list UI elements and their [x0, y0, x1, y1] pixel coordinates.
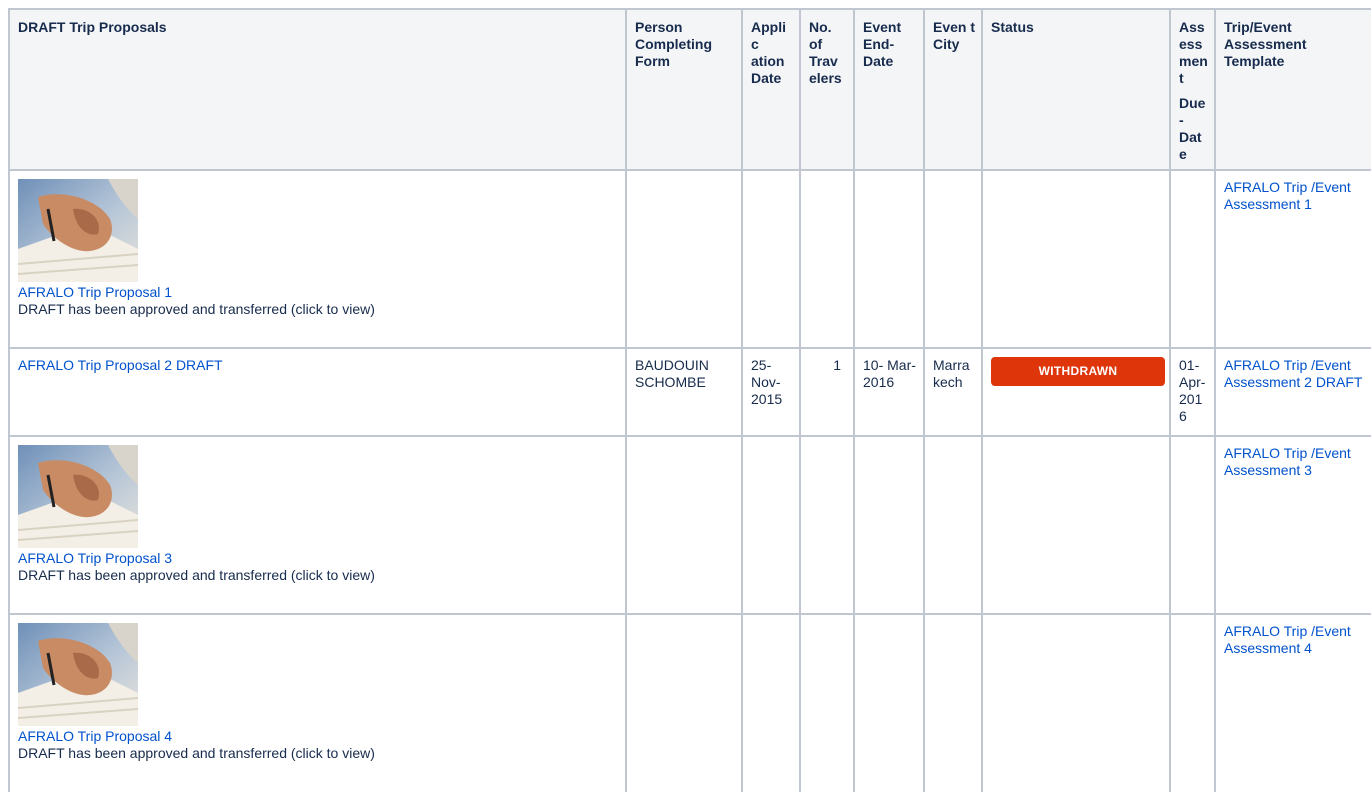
header-assessment-label: Ass ess ment [1179, 19, 1208, 86]
event-city-cell: Marra kech [923, 347, 983, 437]
application-date-cell [741, 435, 801, 615]
template-cell: AFRALO Trip /Event Assessment 3 [1214, 435, 1371, 615]
header-proposals: DRAFT Trip Proposals [8, 8, 627, 171]
status-cell [981, 435, 1171, 615]
header-travelers: No. of Trav elers [799, 8, 855, 171]
template-cell: AFRALO Trip /Event Assessment 2 DRAFT [1214, 347, 1371, 437]
header-row: DRAFT Trip Proposals Person Completing F… [8, 8, 1371, 171]
travelers-cell [799, 169, 855, 349]
event-end-date-cell [853, 435, 925, 615]
template-cell: AFRALO Trip /Event Assessment 4 [1214, 613, 1371, 792]
approval-note: DRAFT has been approved and transferred … [18, 567, 375, 583]
proposal-cell: AFRALO Trip Proposal 4 DRAFT has been ap… [8, 613, 627, 792]
signing-document-image [18, 623, 138, 726]
assessment-due-cell [1169, 613, 1216, 792]
proposal-link[interactable]: AFRALO Trip Proposal 4 [18, 728, 172, 744]
proposal-link[interactable]: AFRALO Trip Proposal 3 [18, 550, 172, 566]
signing-document-image [18, 445, 138, 548]
approval-note: DRAFT has been approved and transferred … [18, 745, 375, 761]
header-event-end-date: Event End- Date [853, 8, 925, 171]
application-date-cell: 25- Nov- 2015 [741, 347, 801, 437]
header-due-date-label: Due- Date [1179, 95, 1206, 162]
travelers-cell [799, 613, 855, 792]
application-date-cell [741, 169, 801, 349]
proposal-link[interactable]: AFRALO Trip Proposal 1 [18, 284, 172, 300]
travelers-cell: 1 [799, 347, 855, 437]
status-cell [981, 169, 1171, 349]
assessment-due-cell: 01- Apr- 2016 [1169, 347, 1216, 437]
event-city-cell [923, 435, 983, 615]
template-link[interactable]: AFRALO Trip /Event Assessment 2 DRAFT [1224, 357, 1362, 390]
event-city-cell [923, 169, 983, 349]
proposal-cell: AFRALO Trip Proposal 2 DRAFT [8, 347, 627, 437]
template-link[interactable]: AFRALO Trip /Event Assessment 3 [1224, 445, 1351, 478]
application-date-cell [741, 613, 801, 792]
event-end-date-cell [853, 613, 925, 792]
proposal-cell: AFRALO Trip Proposal 1 DRAFT has been ap… [8, 169, 627, 349]
event-end-date-cell [853, 169, 925, 349]
trip-proposals-table: DRAFT Trip Proposals Person Completing F… [8, 8, 1371, 792]
header-event-city: Even t City [923, 8, 983, 171]
template-cell: AFRALO Trip /Event Assessment 1 [1214, 169, 1371, 349]
signing-document-image [18, 179, 138, 282]
status-badge: WITHDRAWN [991, 357, 1165, 386]
status-cell: WITHDRAWN [981, 347, 1171, 437]
table-row: AFRALO Trip Proposal 3 DRAFT has been ap… [8, 435, 1371, 615]
assessment-due-cell [1169, 435, 1216, 615]
template-link[interactable]: AFRALO Trip /Event Assessment 1 [1224, 179, 1351, 212]
template-link[interactable]: AFRALO Trip /Event Assessment 4 [1224, 623, 1351, 656]
header-template: Trip/Event Assessment Template [1214, 8, 1371, 171]
event-city-cell [923, 613, 983, 792]
event-end-date-cell: 10- Mar- 2016 [853, 347, 925, 437]
header-assessment-due-date: Ass ess ment Due- Date [1169, 8, 1216, 171]
travelers-count: 1 [833, 357, 841, 373]
person-cell [625, 435, 743, 615]
table-row: AFRALO Trip Proposal 2 DRAFT BAUDOUIN SC… [8, 347, 1371, 437]
assessment-due-cell [1169, 169, 1216, 349]
proposal-cell: AFRALO Trip Proposal 3 DRAFT has been ap… [8, 435, 627, 615]
proposal-link[interactable]: AFRALO Trip Proposal 2 DRAFT [18, 357, 223, 373]
table-row: AFRALO Trip Proposal 1 DRAFT has been ap… [8, 169, 1371, 349]
header-status: Status [981, 8, 1171, 171]
approval-note: DRAFT has been approved and transferred … [18, 301, 375, 317]
travelers-cell [799, 435, 855, 615]
header-application-date: Applic ation Date [741, 8, 801, 171]
status-cell [981, 613, 1171, 792]
person-cell [625, 169, 743, 349]
person-cell: BAUDOUIN SCHOMBE [625, 347, 743, 437]
person-cell [625, 613, 743, 792]
table-row: AFRALO Trip Proposal 4 DRAFT has been ap… [8, 613, 1371, 792]
header-person: Person Completing Form [625, 8, 743, 171]
